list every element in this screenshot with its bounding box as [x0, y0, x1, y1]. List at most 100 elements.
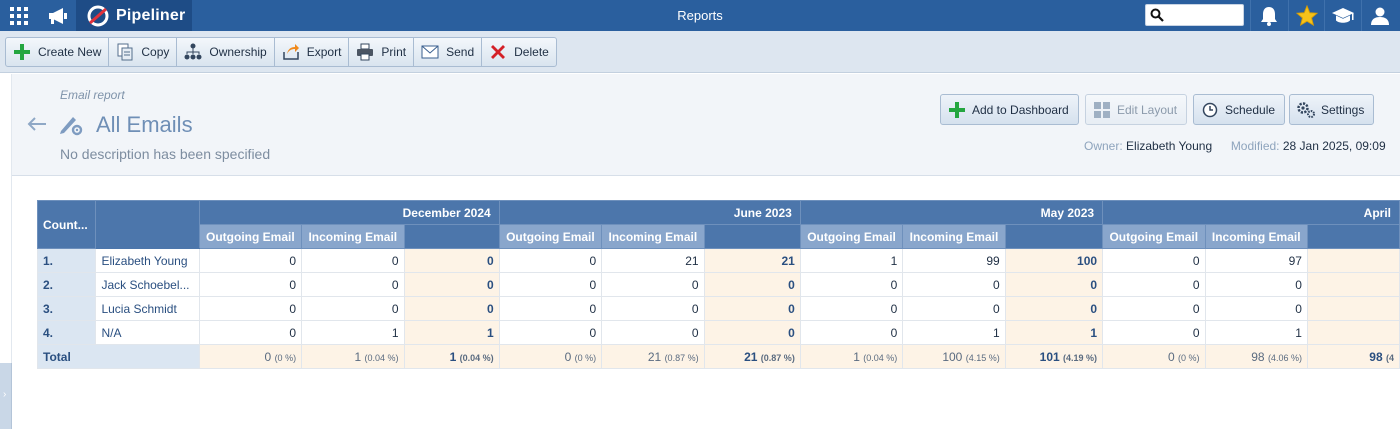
modified-label: Modified: [1230, 139, 1280, 153]
app-window: Pipeliner Reports Create New Copy Owners… [0, 0, 1400, 429]
total-percent: (4 [1385, 352, 1394, 363]
modified-value: 28 Jan 2025, 09:09 [1282, 139, 1386, 153]
megaphone-icon[interactable] [46, 0, 70, 31]
month-total-cell [1306, 296, 1400, 321]
total-cell: 98 (4.06 %) [1204, 344, 1308, 369]
table-row[interactable]: 4. N/A 0 1 1 0 0 0 0 1 1 0 1 [36, 320, 1400, 345]
value-cell: 0 [601, 296, 705, 321]
table-row[interactable]: 2. Jack Schoebel... 0 0 0 0 0 0 0 0 0 0 0 [36, 272, 1400, 297]
month-total-cell: 1 [1004, 320, 1104, 345]
total-percent: (0.04 %) [459, 352, 494, 363]
create-new-button[interactable]: Create New [6, 38, 110, 66]
value-cell: 0 [498, 248, 603, 273]
export-button[interactable]: Export [275, 38, 350, 66]
brand-name: Pipeliner [116, 6, 186, 24]
report-title: All Emails [96, 112, 193, 137]
ownership-button[interactable]: Ownership [177, 38, 275, 66]
row-number: 3. [36, 296, 97, 321]
add-to-dashboard-button[interactable]: Add to Dashboard [940, 94, 1079, 125]
brand-logo[interactable]: Pipeliner [76, 0, 192, 31]
page-title-bar: Reports [677, 8, 723, 23]
owner-name-cell[interactable]: Lucia Schmidt [95, 296, 200, 321]
print-label: Print [381, 45, 407, 59]
outgoing-email-header[interactable]: Outgoing Email [799, 224, 904, 249]
add-to-dashboard-label: Add to Dashboard [972, 102, 1069, 117]
table-row[interactable]: 1. Elizabeth Young 0 0 0 0 21 21 1 99 100 0 97 [36, 248, 1400, 273]
total-cell: 1 (0.04 %) [799, 344, 904, 369]
envelope-icon [420, 43, 440, 61]
value-cell: 0 [1102, 320, 1206, 345]
bell-icon[interactable] [1250, 0, 1286, 31]
month-header[interactable]: May 2023 [799, 200, 1104, 225]
pipeliner-logo-icon [87, 5, 109, 26]
side-panel-toggle[interactable]: › [0, 363, 12, 429]
edit-settings-icon[interactable] [58, 112, 84, 136]
subheader-row: Outgoing Email Incoming Email Outgoing E… [38, 224, 1400, 249]
value-cell: 0 [799, 296, 904, 321]
owner-name-cell[interactable]: Jack Schoebel... [95, 272, 200, 297]
user-profile-icon[interactable] [1361, 0, 1397, 31]
total-value: 98 [1369, 349, 1383, 364]
total-percent: (4.19 %) [1063, 352, 1098, 363]
value-cell: 0 [902, 272, 1006, 297]
search-icon [1150, 8, 1164, 22]
total-value: 100 [942, 349, 963, 364]
total-column-header [1004, 224, 1104, 249]
total-cell: 0 (0 %) [1102, 344, 1206, 369]
hierarchy-icon [183, 43, 203, 61]
back-arrow-icon[interactable] [26, 114, 48, 134]
copy-button[interactable]: Copy [109, 38, 178, 66]
month-total-cell [1306, 272, 1400, 297]
star-icon[interactable] [1288, 0, 1324, 31]
total-value: 1 [853, 349, 860, 364]
value-cell: 0 [601, 320, 705, 345]
column-header-name[interactable] [95, 200, 200, 249]
outgoing-email-header[interactable]: Outgoing Email [498, 224, 603, 249]
month-total-cell: 0 [703, 272, 801, 297]
total-cell: 101 (4.19 %) [1004, 344, 1104, 369]
total-percent: (4.15 %) [965, 352, 1000, 363]
month-header[interactable]: December 2024 [198, 200, 500, 225]
total-cell: 1 (0.04 %) [301, 344, 405, 369]
schedule-button[interactable]: Schedule [1193, 94, 1286, 125]
send-button[interactable]: Send [414, 38, 483, 66]
incoming-email-header[interactable]: Incoming Email [301, 224, 405, 249]
column-header-count[interactable]: Count... [36, 200, 97, 249]
edit-layout-button[interactable]: Edit Layout [1085, 94, 1188, 125]
search-input[interactable] [1166, 6, 1240, 24]
delete-x-icon [488, 43, 508, 61]
owner-name-cell[interactable]: N/A [95, 320, 200, 345]
incoming-email-header[interactable]: Incoming Email [1204, 224, 1308, 249]
export-label: Export [306, 45, 342, 59]
global-search[interactable] [1145, 4, 1244, 26]
value-cell: 0 [601, 272, 705, 297]
month-total-cell: 100 [1004, 248, 1104, 273]
value-cell: 0 [799, 272, 904, 297]
apps-grid-icon[interactable] [8, 0, 30, 31]
report-header: Email report All Emails No description h… [12, 74, 1400, 176]
total-percent: (0 %) [574, 352, 597, 363]
owner-name-cell[interactable]: Elizabeth Young [95, 248, 200, 273]
printer-icon [355, 43, 375, 61]
outgoing-email-header[interactable]: Outgoing Email [1102, 224, 1206, 249]
value-cell: 0 [1102, 248, 1206, 273]
total-percent: (0 %) [274, 352, 297, 363]
month-total-cell: 0 [403, 272, 500, 297]
value-cell: 0 [301, 296, 405, 321]
delete-button[interactable]: Delete [482, 38, 556, 66]
total-column-header [703, 224, 801, 249]
report-meta: Owner: Elizabeth Young Modified: 28 Jan … [1084, 139, 1386, 153]
table-row[interactable]: 3. Lucia Schmidt 0 0 0 0 0 0 0 0 0 0 0 [36, 296, 1400, 321]
print-button[interactable]: Print [349, 38, 415, 66]
incoming-email-header[interactable]: Incoming Email [601, 224, 705, 249]
graduation-cap-icon[interactable] [1324, 0, 1360, 31]
value-cell: 97 [1204, 248, 1308, 273]
settings-button[interactable]: Settings [1289, 94, 1375, 125]
incoming-email-header[interactable]: Incoming Email [902, 224, 1006, 249]
value-cell: 0 [1204, 296, 1308, 321]
outgoing-email-header[interactable]: Outgoing Email [198, 224, 303, 249]
row-number: 2. [36, 272, 97, 297]
month-total-cell: 0 [1004, 296, 1104, 321]
month-header[interactable]: April [1102, 200, 1400, 225]
month-header[interactable]: June 2023 [498, 200, 801, 225]
